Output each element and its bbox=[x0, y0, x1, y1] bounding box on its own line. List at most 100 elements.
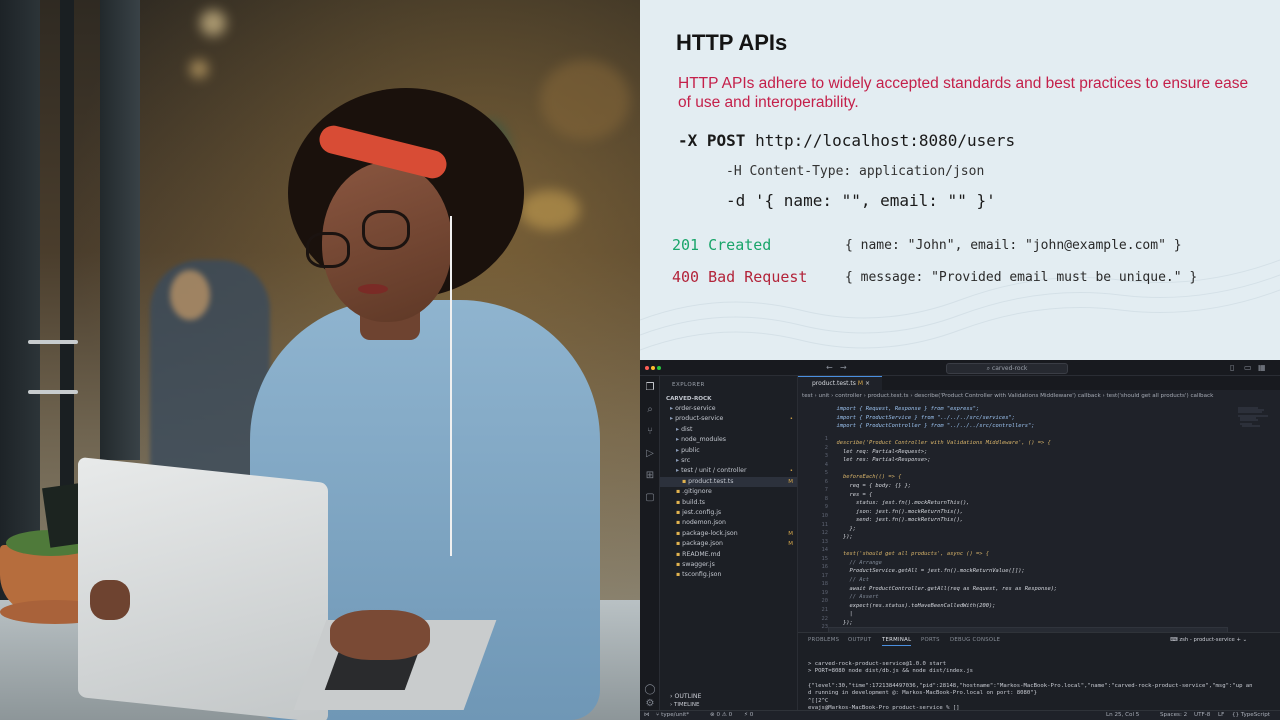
code-line: import { ProductController } from "../..… bbox=[830, 423, 1035, 430]
folder-item[interactable]: ▸ node_modules bbox=[660, 435, 797, 445]
file-item[interactable]: ▪ product.test.ts M bbox=[660, 476, 797, 487]
maximize-window-icon[interactable] bbox=[657, 366, 661, 370]
tree-item-label: product.test.ts bbox=[688, 477, 734, 485]
minimize-window-icon[interactable] bbox=[651, 366, 655, 370]
tab-terminal[interactable]: TERMINAL bbox=[882, 637, 912, 646]
code-line: }; bbox=[830, 525, 856, 532]
slide-description: HTTP APIs adhere to widely accepted stan… bbox=[678, 75, 1249, 111]
file-item[interactable]: ▪ package.json M bbox=[660, 539, 797, 549]
file-item[interactable]: ▪ package-lock.json M bbox=[660, 529, 797, 539]
line-number: 15 bbox=[821, 555, 829, 562]
close-icon[interactable]: × bbox=[865, 380, 870, 387]
git-status-badge: M bbox=[788, 478, 793, 485]
command-center-label: carved-rock bbox=[991, 365, 1028, 372]
ports-status[interactable]: ⚡ 0 bbox=[744, 711, 753, 720]
git-status-badge: M bbox=[788, 530, 793, 537]
tree-item-label: public bbox=[681, 446, 700, 454]
breadcrumb[interactable]: test › unit › controller › product.test.… bbox=[802, 393, 1213, 399]
toggle-panel-icon[interactable]: ▭ bbox=[1244, 363, 1252, 373]
code-line: }); bbox=[830, 534, 853, 541]
curl-command-line: -X POST http://localhost:8080/users bbox=[678, 131, 1015, 150]
code-line: send: jest.fn().mockReturnThis(), bbox=[830, 517, 964, 524]
remote-icon[interactable]: ▢ bbox=[644, 492, 656, 504]
back-arrow-icon[interactable]: ← bbox=[826, 363, 833, 373]
folder-item[interactable]: ▸ src bbox=[660, 456, 797, 466]
tab-debug-console[interactable]: DEBUG CONSOLE bbox=[950, 637, 1000, 643]
code-line: import { Request, Response } from "expre… bbox=[830, 406, 980, 412]
problems-status[interactable]: ⊗ 0 ⚠ 0 bbox=[710, 711, 732, 720]
terminal-icon: ⌨ bbox=[1170, 637, 1180, 643]
line-number: 6 bbox=[824, 478, 828, 485]
minimap[interactable] bbox=[1238, 406, 1272, 430]
folder-item[interactable]: ▸ order-service bbox=[660, 404, 797, 414]
line-number: 2 bbox=[824, 444, 828, 451]
file-item[interactable]: ▪ swagger.js bbox=[660, 560, 797, 570]
timeline-section[interactable]: › TIMELINE bbox=[670, 702, 699, 708]
tab-product-test[interactable]: product.test.ts M × bbox=[798, 376, 882, 390]
line-number: 9 bbox=[824, 504, 828, 511]
code-line: let res: Partial<Response>; bbox=[830, 457, 931, 464]
terminal-line: > carved-rock-product-service@1.0.0 star… bbox=[808, 661, 947, 667]
indentation-status[interactable]: Spaces: 2 bbox=[1160, 711, 1187, 720]
forward-arrow-icon[interactable]: → bbox=[840, 363, 847, 373]
line-number: 3 bbox=[824, 453, 828, 460]
code-line: // Arrange bbox=[830, 559, 882, 566]
tree-item-label: tsconfig.json bbox=[682, 571, 722, 579]
tree-item-label: README.md bbox=[682, 550, 721, 558]
code-line: }); bbox=[830, 619, 853, 626]
close-window-icon[interactable] bbox=[645, 366, 649, 370]
folder-item[interactable]: ▸ product-service • bbox=[660, 414, 797, 424]
outline-section[interactable]: › OUTLINE bbox=[670, 693, 701, 700]
file-item[interactable]: ▪ tsconfig.json bbox=[660, 570, 797, 580]
file-item[interactable]: ▪ nodemon.json bbox=[660, 518, 797, 528]
account-icon[interactable]: ◯ bbox=[644, 684, 656, 696]
toggle-sidebar-icon[interactable]: ▯ bbox=[1230, 363, 1234, 373]
vscode-window: ← → ⌕ carved-rock ▯ ▭ ▦ ❐ ⌕ ⑂ ▷ ⊞ ▢ ◯ ⚙ … bbox=[640, 360, 1280, 720]
tree-item-label: package.json bbox=[682, 540, 723, 548]
file-item[interactable]: ▪ build.ts bbox=[660, 498, 797, 508]
layout-icon[interactable]: ▦ bbox=[1258, 363, 1266, 373]
git-branch-status[interactable]: ⑂ type/unit* bbox=[656, 711, 689, 720]
tree-item-label: order-service bbox=[675, 405, 716, 412]
command-center-search[interactable]: ⌕ carved-rock bbox=[946, 363, 1068, 374]
file-item[interactable]: ▪ README.md bbox=[660, 550, 797, 560]
search-icon[interactable]: ⌕ bbox=[644, 404, 656, 416]
file-item[interactable]: ▪ jest.config.js bbox=[660, 508, 797, 518]
folder-item[interactable]: ▸ public bbox=[660, 446, 797, 456]
extensions-icon[interactable]: ⊞ bbox=[644, 470, 656, 482]
code-line: beforeEach(() => { bbox=[830, 474, 902, 481]
git-status-badge: M bbox=[788, 541, 793, 548]
terminal-selector[interactable]: ⌨ zsh - product-service + ⌄ bbox=[1170, 637, 1247, 643]
source-control-icon[interactable]: ⑂ bbox=[644, 426, 656, 438]
encoding-status[interactable]: UTF-8 bbox=[1194, 711, 1210, 720]
cursor-position-status[interactable]: Ln 25, Col 5 bbox=[1106, 711, 1139, 720]
tree-item-label: src bbox=[681, 457, 691, 464]
bottom-panel: PROBLEMS OUTPUT TERMINAL PORTS DEBUG CON… bbox=[798, 632, 1280, 711]
explorer-icon[interactable]: ❐ bbox=[644, 382, 656, 394]
line-number: 7 bbox=[824, 487, 828, 494]
line-number: 16 bbox=[821, 564, 829, 571]
folder-item[interactable]: ▸ dist bbox=[660, 425, 797, 435]
tab-ports[interactable]: PORTS bbox=[921, 637, 940, 643]
folder-item[interactable]: ▸ test / unit / controller • bbox=[660, 466, 797, 476]
file-item[interactable]: ▪ .gitignore bbox=[660, 487, 797, 497]
run-debug-icon[interactable]: ▷ bbox=[644, 448, 656, 460]
settings-gear-icon[interactable]: ⚙ bbox=[644, 698, 656, 710]
workspace-root[interactable]: CARVED-ROCK bbox=[666, 394, 796, 404]
code-line: res = { bbox=[830, 491, 873, 498]
eol-status[interactable]: LF bbox=[1218, 711, 1224, 720]
editor-tabs: product.test.ts M × bbox=[798, 376, 1280, 390]
activity-bar: ❐ ⌕ ⑂ ▷ ⊞ ▢ ◯ ⚙ bbox=[640, 376, 660, 710]
tab-problems[interactable]: PROBLEMS bbox=[808, 637, 839, 643]
language-mode-status[interactable]: {} TypeScript bbox=[1232, 711, 1270, 720]
remote-indicator-icon[interactable]: ⋈ bbox=[644, 711, 650, 720]
tree-item-label: product-service bbox=[675, 415, 724, 423]
line-number: 1 bbox=[824, 436, 828, 442]
code-line: ProductService.getAll = jest.fn().mockRe… bbox=[830, 568, 1025, 575]
code-line: test('should get all products', async ()… bbox=[830, 551, 990, 558]
add-terminal-icon[interactable]: + bbox=[1236, 637, 1240, 643]
tab-output[interactable]: OUTPUT bbox=[848, 637, 871, 643]
curl-method: -X POST bbox=[678, 131, 746, 150]
chevron-down-icon[interactable]: ⌄ bbox=[1243, 637, 1247, 643]
code-line: describe('Product Controller with Valida… bbox=[830, 440, 1051, 447]
